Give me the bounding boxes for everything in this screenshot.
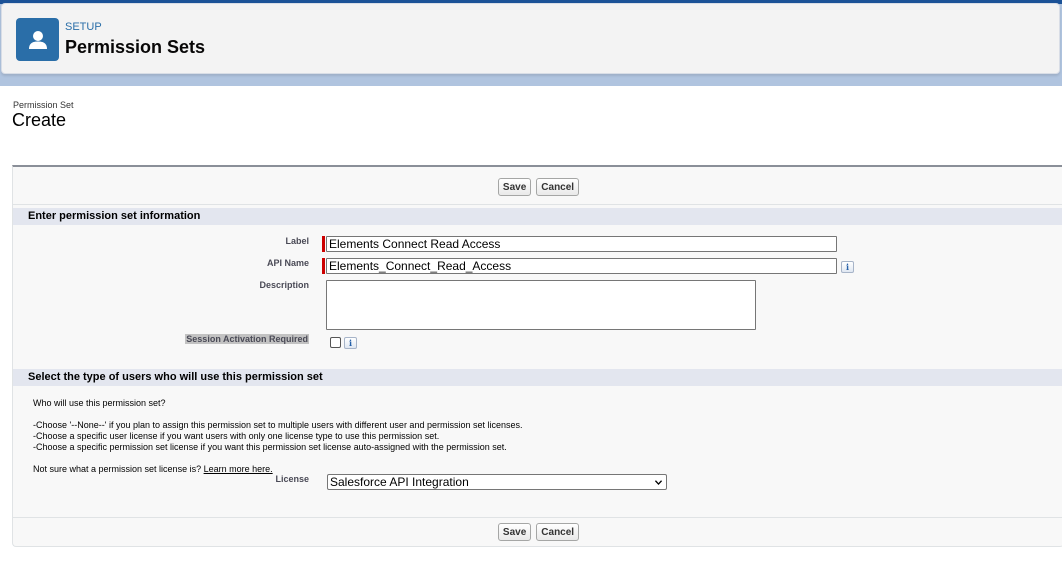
bottom-button-row: Save Cancel — [13, 523, 1062, 545]
edit-form-panel: Save Cancel Enter permission set informa… — [12, 165, 1062, 547]
api-name-input[interactable] — [326, 258, 837, 274]
save-button[interactable]: Save — [497, 178, 532, 196]
chevron-down-icon — [655, 480, 662, 486]
learn-more-link[interactable]: Learn more here. — [204, 464, 273, 474]
help-line: -Choose a specific user license if you w… — [33, 431, 440, 441]
section-header-info: Enter permission set information — [13, 208, 1062, 225]
help-line: -Choose a specific permission set licens… — [33, 442, 507, 452]
cancel-button[interactable]: Cancel — [536, 523, 580, 541]
breadcrumb: Permission Set — [13, 100, 74, 110]
help-not-sure-text: Not sure what a permission set license i… — [33, 464, 202, 474]
save-button[interactable]: Save — [497, 523, 532, 541]
divider — [13, 517, 1062, 518]
api-name-field-label: API Name — [266, 258, 309, 268]
description-textarea[interactable] — [326, 280, 756, 330]
help-question: Who will use this permission set? — [33, 398, 166, 408]
cancel-button[interactable]: Cancel — [536, 178, 580, 196]
label-field-label: Label — [285, 236, 309, 246]
section-header-users: Select the type of users who will use th… — [13, 369, 1062, 386]
divider — [13, 204, 1062, 205]
header-eyebrow: SETUP — [65, 21, 102, 33]
description-field-label: Description — [259, 280, 309, 290]
record-title: Create — [12, 110, 67, 130]
session-activation-checkbox[interactable] — [330, 337, 341, 348]
session-activation-label: Session Activation Required — [185, 334, 309, 344]
main-content: Permission Set Create Save Cancel Enter … — [0, 86, 1062, 571]
license-field-label: License — [275, 474, 309, 484]
required-indicator — [322, 236, 325, 252]
help-line: -Choose '--None--' if you plan to assign… — [33, 420, 523, 430]
license-select[interactable]: Salesforce API Integration — [327, 474, 667, 490]
user-icon — [16, 18, 59, 61]
page-title: Permission Sets — [65, 37, 206, 57]
info-icon[interactable]: i — [344, 337, 357, 349]
top-button-row: Save Cancel — [13, 178, 1062, 200]
info-icon[interactable]: i — [841, 261, 854, 273]
setup-header: SETUP Permission Sets — [1, 3, 1060, 74]
required-indicator — [322, 258, 325, 274]
label-input[interactable] — [326, 236, 837, 252]
license-select-value: Salesforce API Integration — [330, 475, 469, 489]
